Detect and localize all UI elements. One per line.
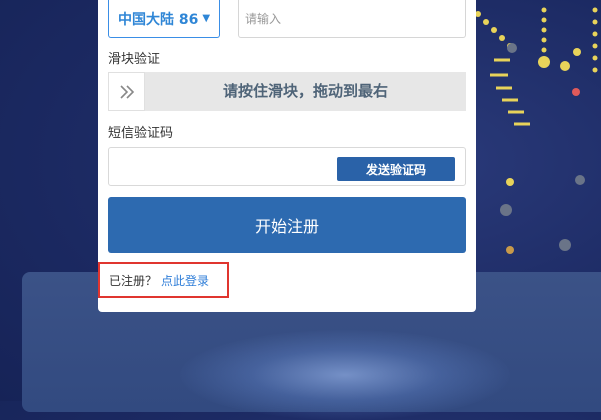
register-form-card: 中国大陆 86 ▼ 请输入 滑块验证 请按住滑块，拖动到最右 短信验证码 发送验… bbox=[98, 0, 476, 312]
login-prompt-highlight: 已注册？ 点此登录 bbox=[98, 262, 229, 298]
country-code-label: 中国大陆 86 bbox=[117, 11, 199, 28]
country-code-select[interactable]: 中国大陆 86 ▼ bbox=[108, 0, 220, 38]
caret-down-icon: ▼ bbox=[202, 13, 211, 24]
start-register-button[interactable]: 开始注册 bbox=[108, 197, 466, 253]
phone-placeholder: 请输入 bbox=[245, 12, 282, 26]
double-chevron-right-icon bbox=[119, 84, 134, 99]
sms-code-label: 短信验证码 bbox=[108, 126, 174, 141]
slider-captcha-track[interactable]: 请按住滑块，拖动到最右 bbox=[108, 72, 466, 111]
background-glow bbox=[180, 330, 510, 420]
phone-input[interactable]: 请输入 bbox=[238, 0, 466, 38]
send-code-button[interactable]: 发送验证码 bbox=[337, 157, 455, 181]
already-registered-text: 已注册？ bbox=[109, 273, 158, 288]
sms-code-input[interactable]: 发送验证码 bbox=[108, 147, 466, 186]
slider-verify-label: 滑块验证 bbox=[108, 52, 161, 67]
decorative-lights bbox=[475, 7, 598, 254]
slider-handle[interactable] bbox=[108, 72, 145, 111]
slider-instruction: 请按住滑块，拖动到最右 bbox=[222, 82, 388, 100]
login-link[interactable]: 点此登录 bbox=[161, 272, 209, 289]
